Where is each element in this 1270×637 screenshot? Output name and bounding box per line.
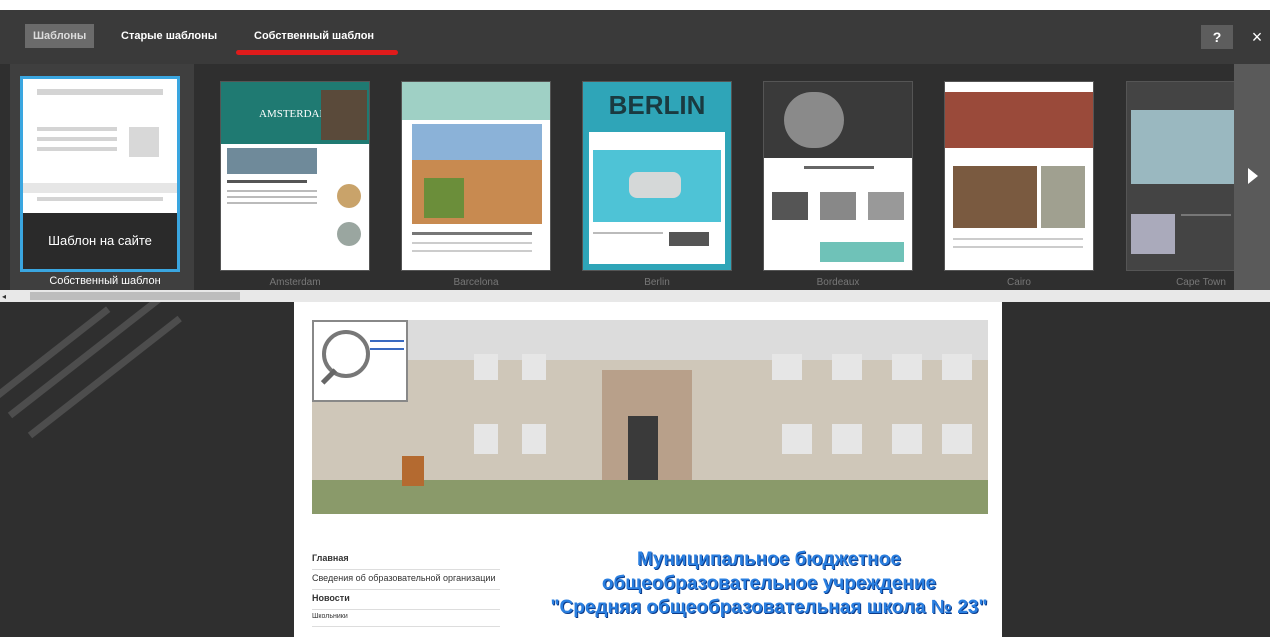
berlin-preview-title: BERLIN xyxy=(608,90,706,120)
own-template-footer: Шаблон на сайте xyxy=(23,213,177,269)
school-title-line-1: Муниципальное бюджетное xyxy=(637,549,901,570)
school-title-line-2: общеобразовательное учреждение xyxy=(601,573,937,594)
scroll-left-arrow-icon[interactable]: ◂ xyxy=(2,292,6,301)
template-name-bordeaux: Bordeaux xyxy=(816,277,860,288)
tab-own-template[interactable]: Собственный шаблон xyxy=(254,24,374,48)
scroll-thumb[interactable] xyxy=(30,292,240,300)
own-template-card[interactable]: Шаблон на сайте xyxy=(20,76,180,272)
school-banner-image xyxy=(312,320,988,514)
menu-item-news[interactable]: Новости xyxy=(312,590,500,610)
site-logo xyxy=(312,320,408,402)
close-button[interactable]: × xyxy=(1247,25,1267,49)
template-thumb-barcelona[interactable] xyxy=(402,82,550,270)
tab-templates[interactable]: Шаблоны xyxy=(25,24,95,48)
menu-item-students[interactable]: Школьники xyxy=(312,610,500,627)
own-template-label: Собственный шаблон xyxy=(49,275,161,287)
template-name-amsterdam: Amsterdam xyxy=(269,277,321,288)
tab-old-templates[interactable]: Старые шаблоны xyxy=(121,24,217,48)
school-title: Муниципальное бюджетное общеобразователь… xyxy=(549,548,989,620)
tab-highlight-underline xyxy=(236,50,398,55)
gallery-scrollbar[interactable]: ◂ xyxy=(0,290,1270,302)
template-name-berlin: Berlin xyxy=(644,277,670,288)
top-strip xyxy=(0,0,1270,10)
school-title-line-3: "Средняя общеобразовательная школа № 23" xyxy=(550,597,988,618)
template-name-cairo: Cairo xyxy=(1007,277,1031,288)
chevron-right-icon xyxy=(1248,168,1258,184)
help-button[interactable]: ? xyxy=(1201,25,1233,49)
template-thumb-berlin[interactable]: BERLIN xyxy=(583,82,731,270)
template-name-barcelona: Barcelona xyxy=(453,277,499,288)
menu-item-main[interactable]: Главная xyxy=(312,550,500,570)
gallery-next-button[interactable] xyxy=(1234,64,1270,290)
amsterdam-preview-title: AMSTERDAM xyxy=(259,108,330,120)
site-preview-page: Главная Сведения об образовательной орга… xyxy=(294,302,1002,637)
template-thumb-bordeaux[interactable] xyxy=(764,82,912,270)
template-gallery: Шаблон на сайте Собственный шаблон AMSTE… xyxy=(0,64,1270,290)
template-thumb-amsterdam[interactable]: AMSTERDAM xyxy=(221,82,369,270)
template-thumb-cairo[interactable] xyxy=(945,82,1093,270)
menu-item-about-organization[interactable]: Сведения об образовательной организации xyxy=(312,570,500,590)
site-sidebar-menu: Главная Сведения об образовательной орга… xyxy=(312,550,500,627)
